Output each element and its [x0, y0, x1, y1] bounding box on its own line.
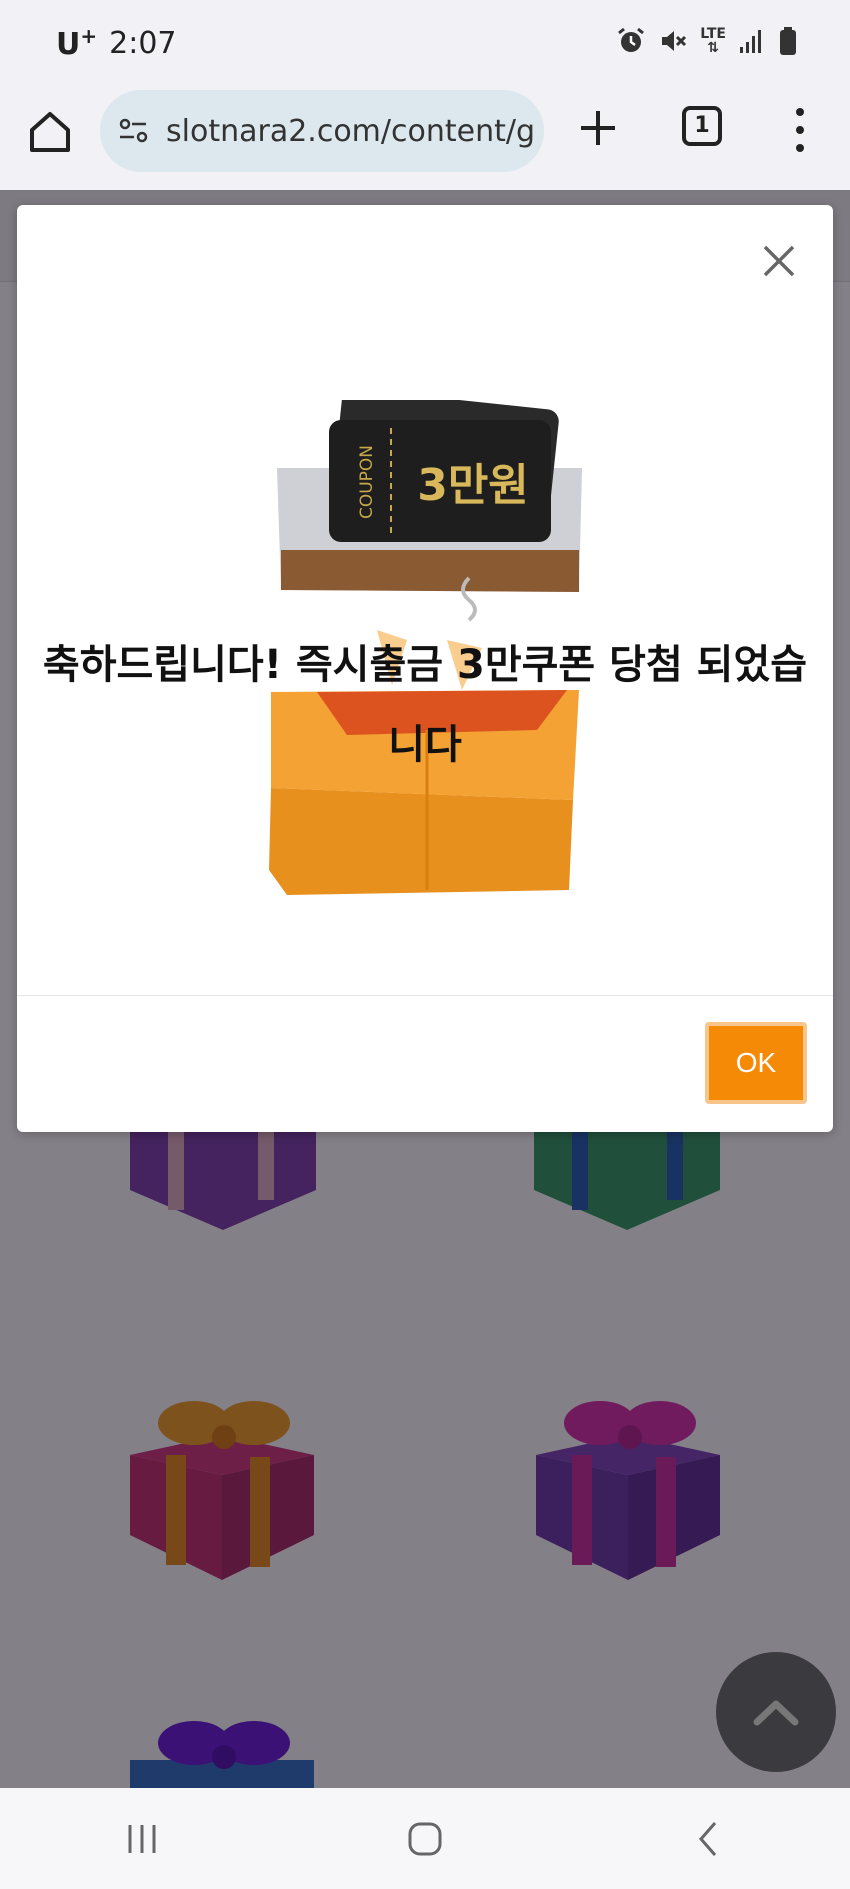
signal-icon [740, 30, 761, 53]
modal-divider [17, 995, 833, 996]
tab-count: 1 [694, 113, 710, 138]
lte-icon: LTE ⇅ [700, 27, 726, 55]
address-bar[interactable]: slotnara2.com/content/g [100, 90, 544, 172]
recent-apps-button[interactable] [112, 1809, 172, 1869]
battery-icon [780, 27, 796, 55]
result-message: 축하드립니다! 즉시출금 3만쿠폰 당첨 되었습니다 [42, 642, 808, 768]
new-tab-icon[interactable] [578, 108, 618, 148]
lte-label: LTE [700, 26, 726, 42]
site-settings-icon[interactable] [116, 113, 152, 149]
mute-icon [662, 31, 687, 51]
scroll-top-button[interactable] [716, 1652, 836, 1772]
home-circle-icon [408, 1822, 442, 1855]
coupon-amount: 3만원 [417, 460, 529, 511]
alarm-icon [618, 27, 645, 52]
coupon-modal: COUPON 3만원 축하드립니다! 즉시출금 3만쿠폰 당첨 되었습니다 OK [17, 205, 833, 1132]
back-nav-button[interactable] [678, 1809, 738, 1869]
carrier-plus: + [80, 24, 98, 48]
more-menu-icon[interactable] [790, 106, 810, 154]
screen: U+ 2:07 LTE ⇅ slotnara2.com/content/g 1 … [0, 0, 850, 1889]
modal-body: COUPON 3만원 축하드립니다! 즉시출금 3만쿠폰 당첨 되었습니다 [17, 205, 833, 995]
url-text: slotnara2.com/content/g [166, 113, 536, 149]
home-icon[interactable] [26, 108, 74, 156]
system-nav-bar [0, 1788, 850, 1889]
status-right: LTE ⇅ [616, 26, 798, 56]
status-left: U+ 2:07 [56, 24, 177, 62]
ok-button[interactable]: OK [705, 1022, 807, 1104]
lte-arrows: ⇅ [707, 40, 719, 56]
status-time: 2:07 [109, 25, 177, 61]
recent-apps-icon [128, 1824, 156, 1853]
home-nav-button[interactable] [395, 1809, 455, 1869]
carrier-name: U [56, 27, 81, 62]
chevron-up-icon [753, 1700, 799, 1726]
status-bar: U+ 2:07 LTE ⇅ [0, 0, 850, 84]
tabs-icon[interactable]: 1 [682, 106, 722, 146]
browser-toolbar: slotnara2.com/content/g 1 [0, 84, 850, 190]
carrier-label: U+ [56, 24, 97, 62]
back-icon [699, 1821, 717, 1856]
coupon-word: COUPON [357, 445, 377, 519]
